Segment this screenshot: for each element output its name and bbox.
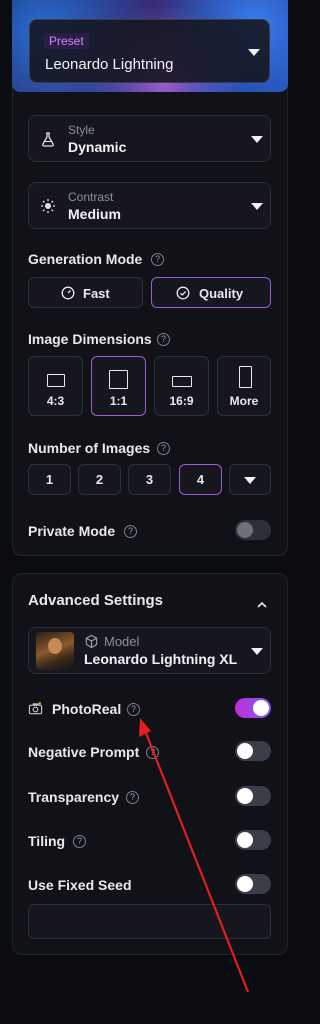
annotation-arrow <box>139 718 250 993</box>
